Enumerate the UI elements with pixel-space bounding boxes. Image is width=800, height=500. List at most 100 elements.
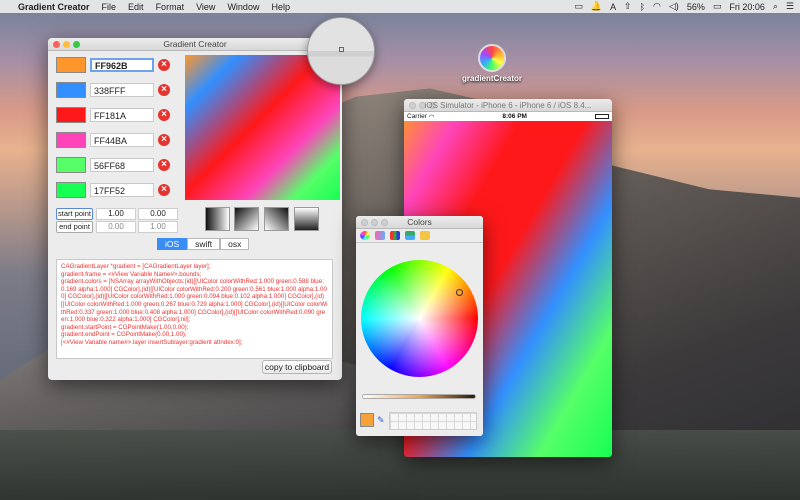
adobe-icon[interactable]: A (610, 2, 616, 12)
battery-percent[interactable]: 56% (687, 2, 705, 12)
preset-horizontal-button[interactable] (205, 207, 230, 231)
zoom-button[interactable] (429, 101, 436, 109)
battery-icon[interactable]: ▭ (713, 1, 722, 12)
color-wheel-selector[interactable] (456, 289, 463, 296)
color-wheel[interactable] (361, 260, 478, 377)
preset-vertical-button[interactable] (294, 207, 319, 231)
clock[interactable]: Fri 20:06 (729, 2, 765, 12)
color-swatch[interactable] (56, 182, 86, 198)
brightness-slider[interactable] (362, 394, 476, 399)
search-icon[interactable]: ⌕ (773, 1, 778, 12)
code-line: gradient.endPoint = CGPointMake(0.00,1.0… (61, 331, 187, 339)
remove-color-icon[interactable]: × (158, 184, 170, 196)
start-point-button[interactable]: start point (56, 208, 93, 220)
wallpaper-valley (0, 430, 800, 500)
code-output[interactable]: CAGradientLayer *gradient = [CAGradientL… (56, 259, 333, 359)
color-palettes-tab-icon[interactable] (390, 231, 400, 240)
current-color-swatch[interactable] (360, 413, 374, 427)
language-tabs: iOS swift osx (157, 238, 250, 250)
desktop-icon-gradientcreator[interactable]: gradientCreator (462, 44, 522, 83)
upload-icon[interactable]: ⇧ (624, 1, 632, 12)
menu-format[interactable]: Format (156, 2, 185, 12)
gradient-creator-window: Gradient Creator FF962B × 338FFF × FF181… (48, 38, 342, 380)
window-title: Gradient Creator (163, 39, 227, 49)
code-line: CAGradientLayer *gradient = [CAGradientL… (61, 263, 211, 270)
color-swatch[interactable] (56, 157, 86, 173)
color-sliders-tab-icon[interactable] (375, 231, 385, 240)
menu-window[interactable]: Window (227, 2, 259, 12)
tab-osx[interactable]: osx (220, 238, 250, 250)
remove-color-icon[interactable]: × (158, 59, 170, 71)
menu-edit[interactable]: Edit (128, 2, 144, 12)
eyedropper-icon[interactable]: ✎ (377, 415, 385, 426)
minimize-button[interactable] (419, 101, 426, 109)
list-icon[interactable]: ☰ (786, 1, 794, 12)
hex-input[interactable]: FF181A (90, 108, 154, 122)
end-point-button[interactable]: end point (56, 221, 93, 233)
preset-diagonal-button[interactable] (234, 207, 259, 231)
color-row: 17FF52 × (56, 182, 170, 198)
image-palettes-tab-icon[interactable] (405, 231, 415, 240)
remove-color-icon[interactable]: × (158, 109, 170, 121)
code-line: gradient.startPoint = CGPointMake(1.00,0… (61, 323, 189, 331)
colors-panel: Colors ✎ (356, 216, 483, 436)
app-menu[interactable]: Gradient Creator (18, 2, 90, 12)
code-line: gradient.colors = [NSArray arrayWithObje… (61, 278, 328, 324)
ios-clock: 8:06 PM (502, 113, 527, 120)
window-titlebar[interactable]: Gradient Creator (48, 38, 342, 51)
remove-color-icon[interactable]: × (158, 159, 170, 171)
color-swatch[interactable] (56, 132, 86, 148)
color-row: 338FFF × (56, 82, 170, 98)
bluetooth-icon[interactable]: ᛒ (640, 2, 645, 12)
magnifier-loupe (307, 17, 375, 85)
saved-swatches-grid[interactable] (389, 412, 477, 430)
color-row: FF181A × (56, 107, 170, 123)
close-button[interactable] (409, 101, 416, 109)
carrier-label: Carrier (407, 113, 427, 120)
color-swatch[interactable] (56, 82, 86, 98)
end-point-y-field[interactable]: 1.00 (138, 221, 178, 233)
menu-file[interactable]: File (102, 2, 117, 12)
colors-toolbar (356, 229, 483, 243)
tab-swift[interactable]: swift (187, 238, 221, 250)
menu-help[interactable]: Help (271, 2, 290, 12)
close-button[interactable] (53, 40, 60, 48)
battery-icon (595, 114, 609, 119)
tab-ios[interactable]: iOS (157, 238, 188, 250)
minimize-button[interactable] (63, 40, 70, 48)
display-icon[interactable]: ▭ (574, 1, 583, 12)
status-area: ▭ 🔔 A ⇧ ᛒ ◠ ◁) 56% ▭ Fri 20:06 ⌕ ☰ (574, 1, 794, 12)
color-swatch[interactable] (56, 57, 86, 73)
desktop-icon-label: gradientCreator (462, 74, 523, 83)
menu-bar: Gradient Creator File Edit Format View W… (0, 0, 800, 13)
window-titlebar[interactable]: iOS Simulator - iPhone 6 - iPhone 6 / iO… (404, 99, 612, 112)
notification-icon[interactable]: 🔔 (591, 1, 602, 12)
volume-icon[interactable]: ◁) (669, 1, 679, 12)
menu-view[interactable]: View (196, 2, 215, 12)
wifi-icon: ◠ (426, 113, 435, 121)
wifi-icon[interactable]: ◠ (653, 1, 661, 12)
remove-color-icon[interactable]: × (158, 84, 170, 96)
code-line: [<#View Variable name#>.layer insertSubl… (61, 338, 243, 346)
gradient-preview (185, 55, 340, 200)
minimize-button[interactable] (371, 218, 378, 226)
copy-to-clipboard-button[interactable]: copy to clipboard (262, 360, 332, 374)
hex-input[interactable]: 338FFF (90, 83, 154, 97)
hex-input[interactable]: FF962B (90, 58, 154, 72)
hex-input[interactable]: 56FF68 (90, 158, 154, 172)
hex-input[interactable]: FF44BA (90, 133, 154, 147)
remove-color-icon[interactable]: × (158, 134, 170, 146)
start-point-x-field[interactable]: 1.00 (96, 208, 136, 220)
close-button[interactable] (361, 218, 368, 226)
color-row: FF44BA × (56, 132, 170, 148)
preset-antidiagonal-button[interactable] (264, 207, 289, 231)
color-swatch[interactable] (56, 107, 86, 123)
zoom-button[interactable] (381, 218, 388, 226)
zoom-button[interactable] (73, 40, 80, 48)
end-point-x-field[interactable]: 0.00 (96, 221, 136, 233)
start-point-y-field[interactable]: 0.00 (138, 208, 178, 220)
color-wheel-tab-icon[interactable] (360, 231, 370, 240)
window-titlebar[interactable]: Colors (356, 216, 483, 229)
hex-input[interactable]: 17FF52 (90, 183, 154, 197)
crayons-tab-icon[interactable] (420, 231, 430, 240)
